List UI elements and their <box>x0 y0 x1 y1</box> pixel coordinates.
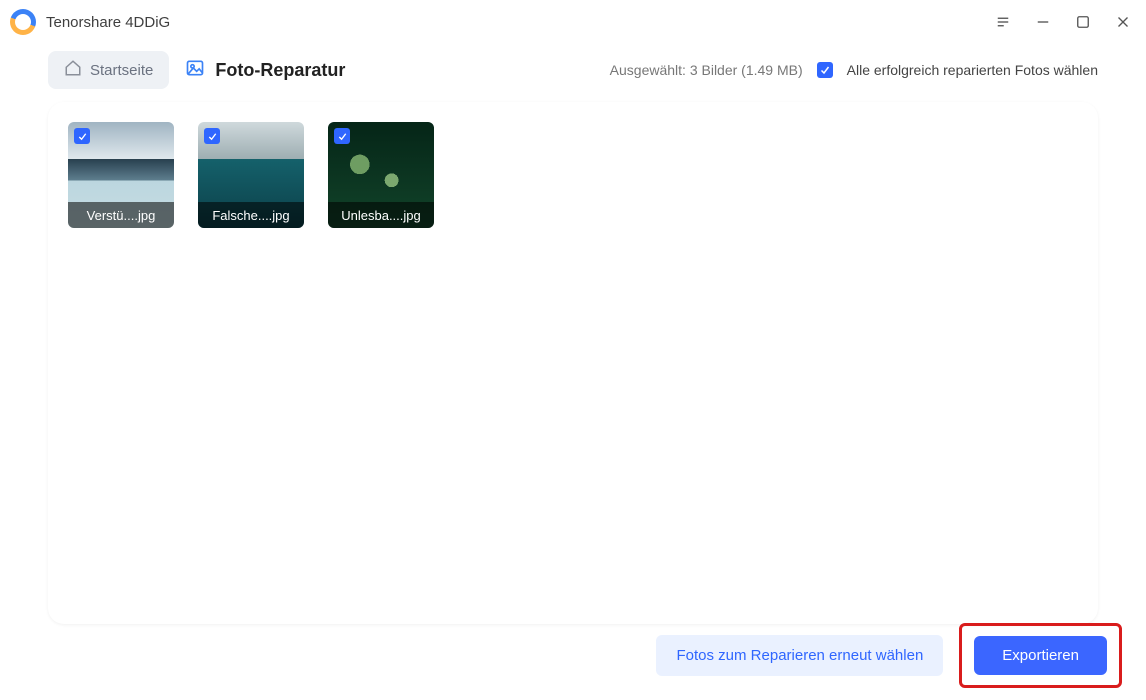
photo-thumbnail[interactable]: Verstü....jpg <box>68 122 174 228</box>
export-button[interactable]: Exportieren <box>974 636 1107 675</box>
footer-actions: Fotos zum Reparieren erneut wählen Expor… <box>656 623 1122 688</box>
select-all-checkbox[interactable] <box>817 62 833 78</box>
home-icon <box>64 59 82 81</box>
home-button[interactable]: Startseite <box>48 51 169 89</box>
select-all-label: Alle erfolgreich reparierten Fotos wähle… <box>847 62 1098 78</box>
minimize-icon[interactable] <box>1030 9 1056 35</box>
page-title-text: Foto-Reparatur <box>215 60 345 81</box>
window-controls <box>990 9 1136 35</box>
photo-thumbnail[interactable]: Unlesba....jpg <box>328 122 434 228</box>
selection-status: Ausgewählt: 3 Bilder (1.49 MB) <box>610 62 803 78</box>
maximize-icon[interactable] <box>1070 9 1096 35</box>
thumbnail-checkbox[interactable] <box>334 128 350 144</box>
app-title: Tenorshare 4DDiG <box>46 14 170 31</box>
page-title: Foto-Reparatur <box>185 58 345 83</box>
photo-repair-icon <box>185 58 205 83</box>
thumbnail-filename: Unlesba....jpg <box>328 202 434 228</box>
thumbnail-filename: Falsche....jpg <box>198 202 304 228</box>
close-icon[interactable] <box>1110 9 1136 35</box>
photo-thumbnail[interactable]: Falsche....jpg <box>198 122 304 228</box>
home-label: Startseite <box>90 62 153 79</box>
thumbnail-filename: Verstü....jpg <box>68 202 174 228</box>
export-highlight: Exportieren <box>959 623 1122 688</box>
thumbnail-row: Verstü....jpg Falsche....jpg Unlesba....… <box>68 122 1078 228</box>
thumbnail-checkbox[interactable] <box>204 128 220 144</box>
thumbnail-checkbox[interactable] <box>74 128 90 144</box>
toolbar: Startseite Foto-Reparatur Ausgewählt: 3 … <box>0 44 1146 96</box>
choose-again-button[interactable]: Fotos zum Reparieren erneut wählen <box>656 635 943 676</box>
title-bar: Tenorshare 4DDiG <box>0 0 1146 44</box>
app-logo <box>10 9 36 35</box>
content-panel: Verstü....jpg Falsche....jpg Unlesba....… <box>48 102 1098 624</box>
menu-icon[interactable] <box>990 9 1016 35</box>
